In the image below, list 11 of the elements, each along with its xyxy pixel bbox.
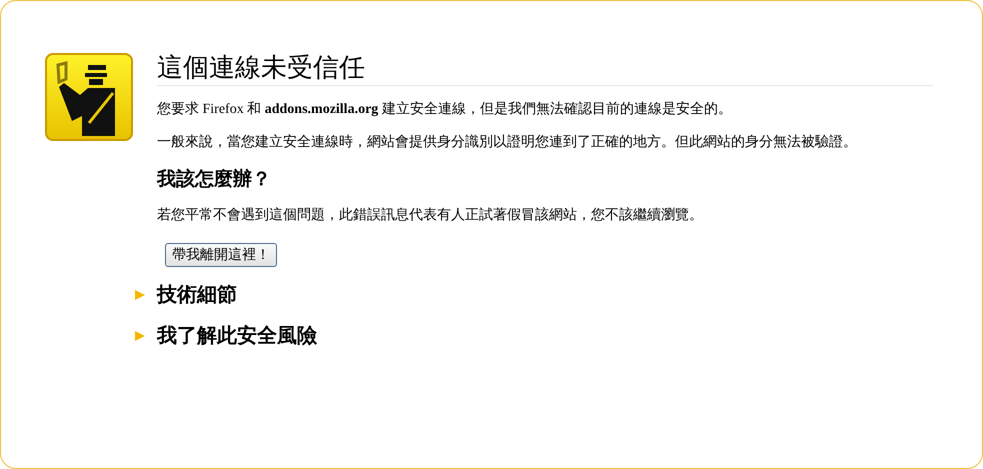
- get-me-out-button[interactable]: 帶我離開這裡！: [165, 243, 277, 267]
- page-title: 這個連線未受信任: [157, 53, 933, 86]
- expander-title[interactable]: 技術細節: [157, 281, 237, 308]
- officer-icon: [45, 53, 133, 141]
- expander-arrow-icon[interactable]: [134, 330, 146, 342]
- description-text: 一般來說，當您建立安全連線時，網站會提供身分識別以證明您連到了正確的地方。但此網站的身分無法被驗證。: [157, 133, 858, 152]
- section-heading: 我該怎麼辦？: [157, 167, 272, 192]
- expander-title[interactable]: 我了解此安全風險: [157, 322, 317, 349]
- advice-text: 若您平常不會遇到這個問題，此錯誤訊息代表有人正試著假冒該網站，您不該繼續瀏覽。: [157, 206, 704, 225]
- expander-arrow-icon[interactable]: [134, 288, 146, 300]
- description-text: 您要求 Firefox 和 addons.mozilla.org 建立安全連線，但是我們無法確認目前的連線是安全的。: [157, 100, 733, 119]
